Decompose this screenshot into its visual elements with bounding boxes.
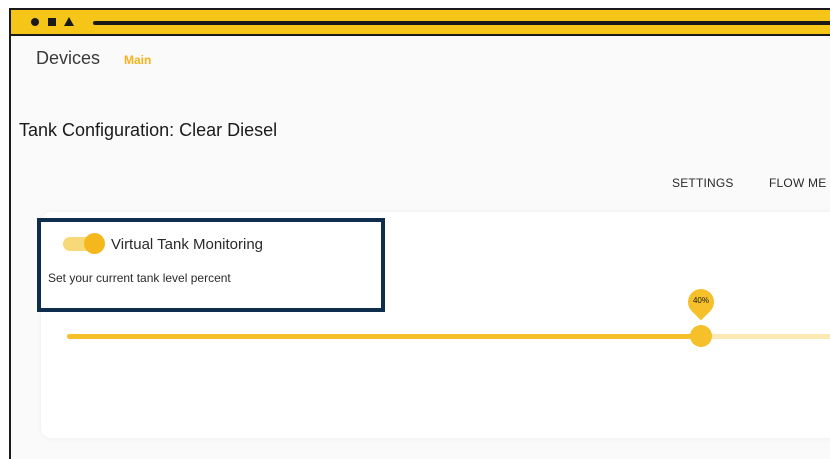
slider-value-label: 40% <box>692 296 709 305</box>
square-icon[interactable] <box>48 18 56 26</box>
virtual-tank-toggle[interactable] <box>63 233 105 254</box>
main-content: Devices Main Tank Configuration: Clear D… <box>11 36 830 459</box>
breadcrumb-title[interactable]: Devices <box>36 48 100 69</box>
tab-flow-meter[interactable]: FLOW ME <box>769 176 826 190</box>
page-title: Tank Configuration: Clear Diesel <box>19 120 278 140</box>
tank-level-slider-thumb[interactable] <box>690 325 712 347</box>
tank-level-slider-fill <box>67 334 701 339</box>
window-titlebar <box>11 10 830 36</box>
toggle-knob <box>84 233 105 254</box>
triangle-icon[interactable] <box>64 17 74 26</box>
app-window: Devices Main Tank Configuration: Clear D… <box>9 8 830 459</box>
virtual-tank-description: Set your current tank level percent <box>48 271 231 285</box>
breadcrumb-sub[interactable]: Main <box>124 53 151 67</box>
circle-icon[interactable] <box>31 18 39 26</box>
address-bar[interactable] <box>93 21 830 25</box>
tab-settings[interactable]: SETTINGS <box>672 176 734 190</box>
tank-level-slider-track[interactable] <box>67 334 830 339</box>
virtual-tank-label: Virtual Tank Monitoring <box>111 236 264 253</box>
